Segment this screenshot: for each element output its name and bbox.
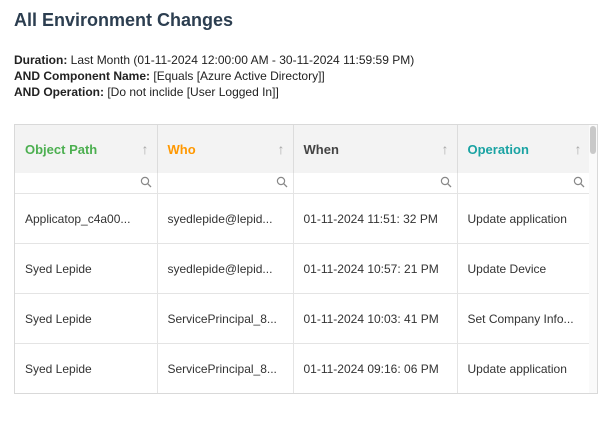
filter-component-name: AND Component Name: [Equals [Azure Activ… [14,68,414,84]
filter-value: [Equals [Azure Active Directory]] [153,69,325,83]
column-label: Operation [467,141,529,157]
table-row[interactable]: Applicatop_c4a00... syedlepide@lepid... … [15,193,591,244]
filter-cell-who [157,173,294,194]
header-row: Object Path ↑ Who ↑ When ↑ Operation ↑ [15,125,591,173]
cell-who: syedlepide@lepid... [157,243,294,294]
filter-label: Duration: [14,53,68,67]
cell-who: ServicePrincipal_8... [157,293,294,344]
filter-cell-object-path [15,173,158,194]
filter-value: Last Month (01-11-2024 12:00:00 AM - 30-… [70,53,415,67]
cell-object-path: Syed Lepide [15,243,158,294]
operation-filter-input[interactable] [457,174,590,193]
column-label: Who [167,141,196,157]
arrow-up-icon[interactable]: ↑ [442,141,449,157]
column-header-object-path[interactable]: Object Path ↑ [15,125,158,173]
cell-operation: Update application [457,343,591,393]
filter-summary: Duration: Last Month (01-11-2024 12:00:0… [14,52,414,100]
who-filter-input[interactable] [157,174,293,193]
filter-duration: Duration: Last Month (01-11-2024 12:00:0… [14,52,414,68]
changes-table: Object Path ↑ Who ↑ When ↑ Operation ↑ A… [15,125,591,393]
cell-operation: Update Device [457,243,591,294]
search-icon[interactable] [276,176,288,188]
when-filter-input[interactable] [293,174,457,193]
cell-when: 01-11-2024 11:51: 32 PM [293,193,458,244]
page-title: All Environment Changes [14,10,234,30]
cell-when: 01-11-2024 10:57: 21 PM [293,243,458,294]
filter-label: AND Component Name: [14,69,151,83]
column-header-when[interactable]: When ↑ [293,125,458,173]
filter-operation: AND Operation: [Do not inclide [User Log… [14,84,414,100]
filter-label: AND Operation: [14,85,104,99]
table-row[interactable]: Syed Lepide syedlepide@lepid... 01-11-20… [15,243,591,294]
column-label: Object Path [25,141,98,157]
column-header-operation[interactable]: Operation ↑ [457,125,591,173]
filter-cell-when [293,173,458,194]
search-icon[interactable] [573,176,585,188]
scrollbar-thumb[interactable] [590,126,596,154]
cell-object-path: Syed Lepide [15,343,158,393]
search-icon[interactable] [440,176,452,188]
column-label: When [303,141,339,157]
arrow-up-icon[interactable]: ↑ [278,141,285,157]
changes-grid: Object Path ↑ Who ↑ When ↑ Operation ↑ A… [14,124,598,394]
vertical-scrollbar[interactable] [589,125,597,393]
arrow-up-icon[interactable]: ↑ [142,141,149,157]
cell-operation: Update application [457,193,591,244]
object-path-filter-input[interactable] [15,174,157,193]
arrow-up-icon[interactable]: ↑ [575,141,582,157]
cell-when: 01-11-2024 10:03: 41 PM [293,293,458,344]
filter-row [15,173,591,194]
cell-object-path: Syed Lepide [15,293,158,344]
filter-cell-operation [457,173,591,194]
cell-object-path: Applicatop_c4a00... [15,193,158,244]
cell-when: 01-11-2024 09:16: 06 PM [293,343,458,393]
table-row[interactable]: Syed Lepide ServicePrincipal_8... 01-11-… [15,293,591,344]
column-header-who[interactable]: Who ↑ [157,125,294,173]
cell-operation: Set Company Info... [457,293,591,344]
table-row[interactable]: Syed Lepide ServicePrincipal_8... 01-11-… [15,343,591,393]
cell-who: syedlepide@lepid... [157,193,294,244]
filter-value: [Do not inclide [User Logged In]] [107,85,279,99]
search-icon[interactable] [140,176,152,188]
cell-who: ServicePrincipal_8... [157,343,294,393]
